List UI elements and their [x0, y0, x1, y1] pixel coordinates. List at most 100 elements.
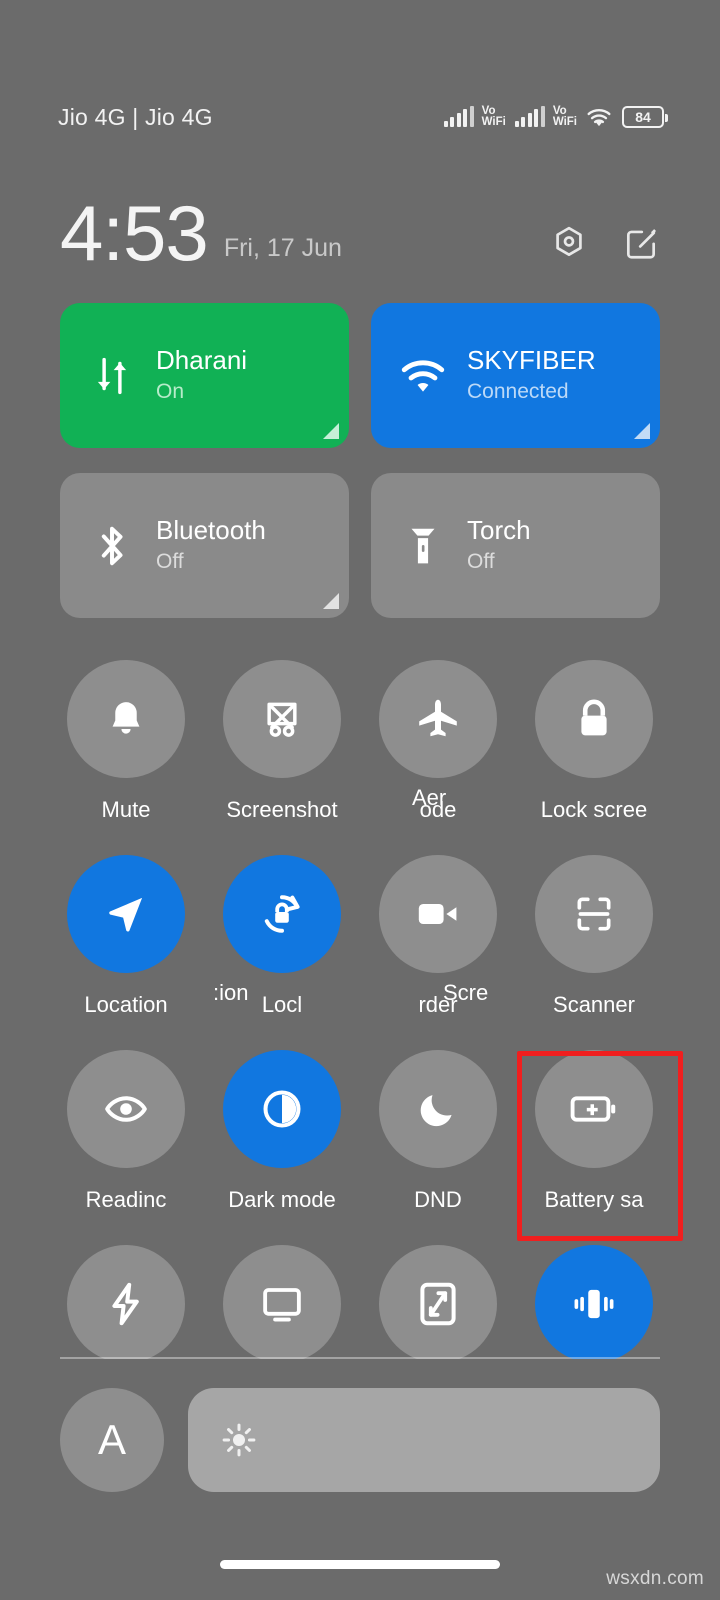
toggle-dnd-circle[interactable]: [379, 1050, 497, 1168]
toggle-location-label: Location: [84, 993, 168, 1017]
edit-pencil-icon[interactable]: [622, 224, 660, 262]
sun-icon: [222, 1423, 256, 1457]
header-actions: [550, 224, 660, 262]
expand-corner-icon[interactable]: [634, 423, 650, 439]
toggle-screenshot-circle[interactable]: [223, 660, 341, 778]
settings-gear-icon[interactable]: [550, 224, 588, 262]
section-divider: [60, 1357, 660, 1359]
card-title: Dharani: [156, 344, 248, 375]
toggle-screenshot-label: Screenshot: [226, 798, 338, 822]
toggle-quick-charge-circle[interactable]: [67, 1245, 185, 1363]
toggle-rotation-lock-label-overflow: :ion: [213, 980, 249, 1005]
vowifi-line2: WiFi: [481, 116, 506, 128]
card-title: SKYFIBER: [467, 344, 596, 375]
toggle-fullscreen-circle[interactable]: [379, 1245, 497, 1363]
toggle-mute[interactable]: Mute: [60, 660, 192, 822]
card-wifi[interactable]: SKYFIBER Connected: [371, 303, 660, 448]
toggle-cast-circle[interactable]: [223, 1245, 341, 1363]
card-bluetooth-text: Bluetooth Off: [156, 514, 266, 575]
data-transfer-icon: [86, 353, 138, 399]
brightness-slider[interactable]: [188, 1388, 660, 1492]
toggle-location-circle[interactable]: [67, 855, 185, 973]
lightning-bolt-icon: [112, 1282, 139, 1326]
vowifi-icon: Vo WiFi: [481, 105, 506, 128]
toggle-row-2: Location Locl rder Scanner: [60, 855, 660, 1017]
card-mobile-data-text: Dharani On: [156, 344, 248, 405]
wifi-icon: [397, 357, 449, 395]
quick-settings-panel: Jio 4G | Jio 4G Vo WiFi Vo WiFi 84 4:53 …: [0, 0, 720, 1600]
flashlight-icon: [397, 523, 449, 569]
expand-corner-icon[interactable]: [323, 593, 339, 609]
battery-icon: 84: [622, 106, 668, 128]
card-status: On: [156, 379, 185, 403]
battery-plus-icon: [570, 1096, 616, 1122]
toggle-mute-label: Mute: [101, 798, 151, 822]
toggle-row-3: Readinc Dark mode DND Battery sa: [60, 1050, 660, 1212]
status-bar: Jio 4G | Jio 4G Vo WiFi Vo WiFi 84: [0, 95, 720, 139]
expand-corner-icon[interactable]: [323, 423, 339, 439]
toggle-battery-saver-circle[interactable]: [535, 1050, 653, 1168]
clock-time: 4:53: [60, 188, 209, 277]
clock-group: 4:53 Fri, 17 Jun: [60, 188, 342, 277]
moon-icon: [420, 1095, 452, 1127]
toggle-dark-mode-label: Dark mode: [228, 1188, 336, 1212]
toggle-reading-mode-label: Readinc: [85, 1188, 167, 1212]
toggle-screenshot[interactable]: Screenshot: [216, 660, 348, 822]
toggle-reading-mode[interactable]: Readinc: [60, 1050, 192, 1212]
toggle-dnd[interactable]: DND: [372, 1050, 504, 1212]
toggle-dark-mode-circle[interactable]: [223, 1050, 341, 1168]
toggle-lock-screen[interactable]: Lock scree: [528, 660, 660, 822]
vowifi-2-line2: WiFi: [552, 116, 577, 128]
toggle-screen-recorder-label-overflow: Scre: [443, 980, 489, 1005]
card-mobile-data[interactable]: Dharani On: [60, 303, 349, 448]
card-torch[interactable]: Torch Off: [371, 473, 660, 618]
card-bluetooth[interactable]: Bluetooth Off: [60, 473, 349, 618]
toggle-scanner-circle[interactable]: [535, 855, 653, 973]
card-wifi-text: SKYFIBER Connected: [467, 344, 596, 405]
carrier-label: Jio 4G | Jio 4G: [58, 103, 213, 130]
vowifi-icon-2: Vo WiFi: [552, 105, 577, 128]
screenshot-icon: [267, 702, 297, 737]
status-icons-group: Vo WiFi Vo WiFi 84: [443, 105, 668, 128]
card-title: Torch: [467, 514, 531, 545]
battery-percent-label: 84: [635, 109, 651, 125]
auto-brightness-button[interactable]: A: [60, 1388, 164, 1492]
signal-bars-icon: [443, 106, 474, 127]
card-status: Connected: [467, 379, 569, 403]
toggle-lock-screen-label: Lock scree: [540, 798, 648, 822]
scan-frame-icon: [577, 897, 611, 931]
eye-icon: [105, 1096, 147, 1122]
rotation-lock-icon: [264, 895, 300, 933]
wifi-icon: [587, 108, 611, 126]
bell-icon: [112, 702, 140, 734]
toggle-location[interactable]: Location: [60, 855, 192, 1017]
clock-header: 4:53 Fri, 17 Jun: [60, 180, 660, 277]
toggle-scanner[interactable]: Scanner: [528, 855, 660, 1017]
card-title: Bluetooth: [156, 514, 266, 545]
signal-bars-icon-2: [514, 106, 545, 127]
home-indicator[interactable]: [220, 1560, 500, 1569]
toggle-vibrate-circle[interactable]: [535, 1245, 653, 1363]
card-torch-text: Torch Off: [467, 514, 531, 575]
bluetooth-icon: [86, 523, 138, 569]
toggle-reading-mode-circle[interactable]: [67, 1050, 185, 1168]
toggle-battery-saver[interactable]: Battery sa: [528, 1050, 660, 1212]
toggle-aeroplane-circle[interactable]: [379, 660, 497, 778]
video-camera-icon: [418, 904, 457, 924]
clock-date: Fri, 17 Jun: [223, 233, 342, 262]
toggle-dark-mode[interactable]: Dark mode: [216, 1050, 348, 1212]
card-status: Off: [467, 549, 495, 573]
toggle-screen-recorder-circle[interactable]: [379, 855, 497, 973]
card-row-1: Dharani On SKYFIBER Connected: [60, 303, 660, 448]
vibrate-icon: [574, 1289, 614, 1319]
toggle-battery-saver-label: Battery sa: [544, 1188, 644, 1212]
toggle-row-1: Mute Screenshot ode Lock scree: [60, 660, 660, 822]
toggle-rotation-lock-circle[interactable]: [223, 855, 341, 973]
toggle-mute-circle[interactable]: [67, 660, 185, 778]
toggle-lock-screen-circle[interactable]: [535, 660, 653, 778]
watermark: wsxdn.com: [606, 1568, 704, 1589]
contrast-circle-icon: [263, 1090, 301, 1128]
toggle-aeroplane-label-overflow: Aer: [412, 785, 447, 810]
lock-icon: [581, 699, 607, 736]
brightness-row: A: [60, 1385, 660, 1495]
